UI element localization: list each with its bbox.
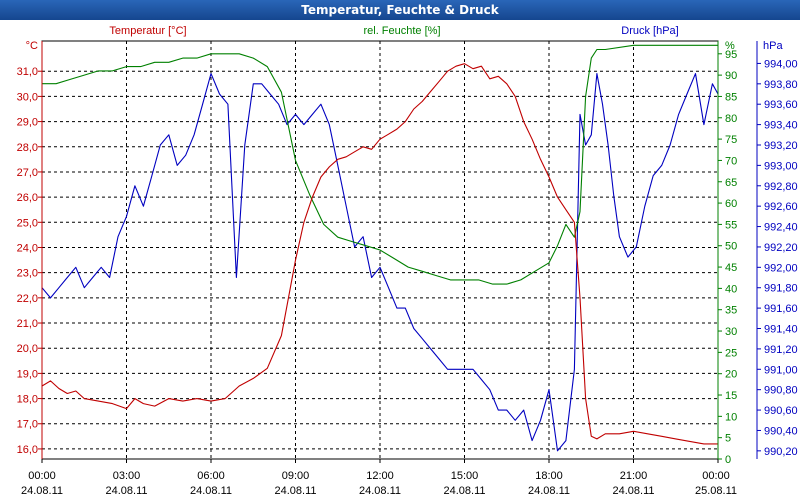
humidity-tick-label: 80 [725,113,737,125]
pressure-tick-label: 990,80 [764,385,798,397]
humidity-tick-label: 5 [725,433,731,445]
pressure-tick-label: 991,80 [764,283,798,295]
temp-tick-label: 28,0 [17,142,38,154]
x-tick-date: 24.08.11 [105,485,147,497]
pressure-tick-label: 993,00 [764,160,798,172]
temp-axis-label: Temperatur [°C] [109,25,186,37]
x-tick-time: 12:00 [366,470,394,482]
temp-tick-label: 30,0 [17,91,38,103]
x-tick-date: 24.08.11 [528,485,570,497]
temp-unit-label: °C [26,40,38,52]
temp-tick-label: 27,0 [17,167,38,179]
x-tick-date: 24.08.11 [274,485,316,497]
humidity-unit-label: % [725,40,735,52]
humidity-axis-label: rel. Feuchte [%] [363,25,440,37]
humidity-tick-label: 10 [725,411,737,423]
temp-tick-label: 22,0 [17,293,38,305]
temp-tick-label: 21,0 [17,318,38,330]
pressure-tick-label: 990,20 [764,446,798,458]
x-tick-date: 24.08.11 [443,485,485,497]
x-tick-time: 06:00 [197,470,225,482]
x-tick-time: 00:00 [28,470,56,482]
humidity-tick-label: 20 [725,369,737,381]
humidity-tick-label: 0 [725,454,731,466]
pressure-tick-label: 991,20 [764,344,798,356]
x-tick-time: 18:00 [535,470,563,482]
humidity-tick-label: 15 [725,390,737,402]
x-tick-date: 24.08.11 [612,485,654,497]
humidity-tick-label: 35 [725,305,737,317]
chart: 00:00 24.08.11 03:00 24.08.11 06:00 24.08.11 0… [17,25,798,497]
temp-tick-label: 20,0 [17,343,38,355]
x-tick-time: 09:00 [282,470,310,482]
temp-tick-label: 31,0 [17,66,38,78]
pressure-tick-label: 993,60 [764,99,798,111]
pressure-axis-label: Druck [hPa] [621,25,678,37]
pressure-unit-label: hPa [763,40,783,52]
pressure-tick-label: 992,20 [764,242,798,254]
humidity-tick-label: 85 [725,91,737,103]
x-tick-time: 21:00 [620,470,648,482]
humidity-tick-label: 70 [725,155,737,167]
pressure-tick-label: 994,00 [764,58,798,70]
window-title: Temperatur, Feuchte & Druck [0,0,800,20]
x-tick-date: 24.08.11 [359,485,401,497]
humidity-tick-label: 65 [725,177,737,189]
temp-tick-label: 17,0 [17,419,38,431]
temp-tick-label: 29,0 [17,117,38,129]
temp-tick-label: 25,0 [17,217,38,229]
pressure-tick-label: 992,80 [764,181,798,193]
pressure-tick-label: 990,40 [764,425,798,437]
humidity-tick-label: 50 [725,241,737,253]
humidity-tick-label: 25 [725,347,737,359]
temp-tick-label: 19,0 [17,368,38,380]
humidity-tick-label: 40 [725,283,737,295]
temp-tick-label: 18,0 [17,394,38,406]
pressure-tick-label: 992,60 [764,201,798,213]
x-tick-date: 24.08.11 [190,485,232,497]
humidity-tick-label: 30 [725,326,737,338]
humidity-tick-label: 45 [725,262,737,274]
pressure-tick-label: 991,00 [764,364,798,376]
temp-tick-label: 23,0 [17,268,38,280]
pressure-tick-label: 993,20 [764,140,798,152]
temp-tick-label: 24,0 [17,242,38,254]
temp-tick-label: 26,0 [17,192,38,204]
x-tick-time: 00:00 [702,470,730,482]
x-tick-time: 15:00 [451,470,479,482]
pressure-tick-label: 990,60 [764,405,798,417]
humidity-tick-label: 55 [725,219,737,231]
pressure-tick-label: 993,40 [764,120,798,132]
x-tick-date: 24.08.11 [21,485,63,497]
x-tick-date: 25.08.11 [695,485,737,497]
pressure-tick-label: 992,40 [764,222,798,234]
x-tick-time: 03:00 [113,470,141,482]
pressure-tick-label: 993,80 [764,79,798,91]
pressure-tick-label: 992,00 [764,262,798,274]
humidity-tick-label: 90 [725,70,737,82]
pressure-tick-label: 991,60 [764,303,798,315]
humidity-tick-label: 60 [725,198,737,210]
temp-tick-label: 16,0 [17,444,38,456]
humidity-tick-label: 75 [725,134,737,146]
pressure-tick-label: 991,40 [764,324,798,336]
